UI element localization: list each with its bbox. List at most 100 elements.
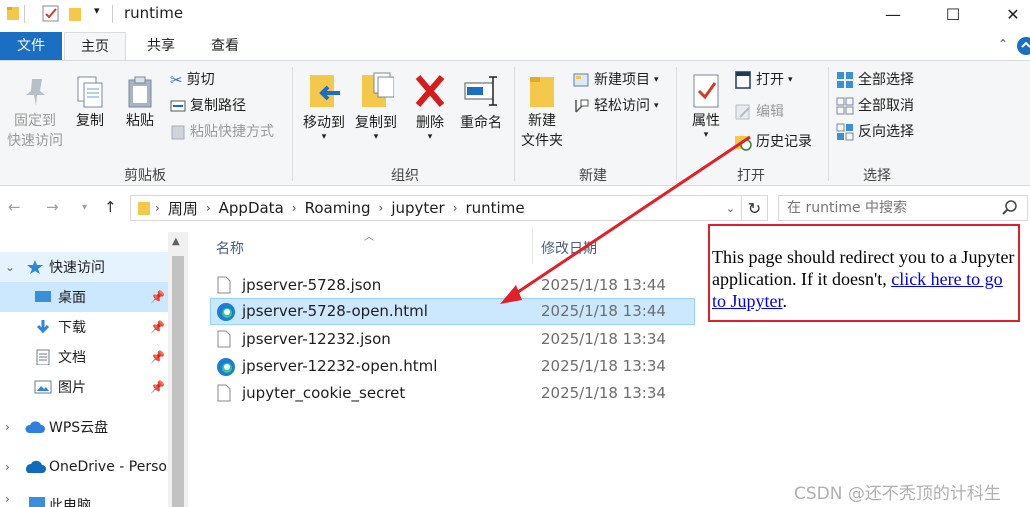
copy-path-button[interactable]: 复制路径 [170,95,246,117]
search-input[interactable] [787,200,997,216]
star-icon [27,260,43,274]
file-row-selected[interactable]: jpserver-5728-open.html 2025/1/18 13:44 [210,298,695,325]
open-button[interactable]: 打开 ▾ [734,69,793,91]
forward-arrow-icon[interactable]: → [46,198,59,216]
chevron-down-icon[interactable]: ⌄ [5,260,15,274]
pin-icon[interactable]: 📌 [150,380,165,394]
select-none-button[interactable]: 全部取消 [836,95,914,117]
new-item-dropdown-icon: ▾ [654,75,659,85]
sidebar-item-label: 桌面 [58,290,86,306]
sidebar-item-wps-cloud[interactable]: › WPS云盘 [0,412,168,442]
easy-access-button[interactable]: 轻松访问 ▾ [572,95,659,117]
properties-check-icon[interactable] [42,5,60,23]
separator-icon [24,5,25,23]
sidebar-item-pictures[interactable]: 图片 📌 [0,372,168,402]
search-icon[interactable] [1001,199,1019,217]
rename-icon [464,76,497,106]
cut-button[interactable]: ✂ 剪切 [170,69,215,91]
column-header-name[interactable]: 名称 [216,238,244,258]
new-folder-icon[interactable] [68,5,82,23]
tab-home[interactable]: 主页 [64,32,126,60]
select-all-button[interactable]: 全部选择 [836,69,914,91]
back-arrow-icon[interactable]: ← [8,198,21,216]
sidebar-item-onedrive[interactable]: › OneDrive - Perso [0,452,168,482]
tab-file[interactable]: 文件 [0,32,62,60]
pin-label-line2: 快速访问 [7,133,63,149]
file-icon [217,276,231,294]
file-row[interactable]: jpserver-12232.json 2025/1/18 13:34 [210,326,695,353]
sort-ascending-icon: ︿ [364,232,374,243]
address-dropdown-icon[interactable]: ⌄ [726,202,735,215]
new-folder-button[interactable]: 新建 文件夹 [518,73,566,151]
chevron-right-icon[interactable]: › [5,492,10,506]
open-dropdown-icon: ▾ [788,75,793,85]
chevron-right-icon[interactable]: › [5,460,10,474]
properties-button[interactable]: 属性 ▾ [684,73,728,140]
maximize-button[interactable]: ☐ [930,0,976,28]
scroll-up-icon[interactable]: ▲ [172,236,180,247]
paste-shortcut-button[interactable]: 粘贴快捷方式 [170,121,274,143]
sidebar-item-label: 快速访问 [49,260,105,276]
rename-button[interactable]: 重命名 [456,71,506,133]
pin-icon[interactable]: 📌 [150,290,165,304]
delete-button[interactable]: 删除 ▾ [410,71,450,142]
tab-share[interactable]: 共享 [132,32,190,60]
minimize-button[interactable]: — [870,0,916,28]
breadcrumb-item[interactable]: jupyter [391,199,444,217]
breadcrumb-item[interactable]: Roaming [305,199,371,217]
history-button[interactable]: 历史记录 [734,131,812,153]
file-row[interactable]: jpserver-5728.json 2025/1/18 13:44 [210,272,695,299]
column-header-modified[interactable]: 修改日期 [541,238,597,258]
sidebar-item-quick-access[interactable]: ⌄ 快速访问 [0,252,168,282]
collapse-ribbon-icon[interactable]: ⌃ [998,37,1008,51]
close-button[interactable]: ✕ [990,0,1030,28]
column-separator[interactable] [532,228,533,264]
sidebar-item-label: WPS云盘 [49,420,109,436]
new-folder-icon [530,77,554,107]
file-row[interactable]: jupyter_cookie_secret 2025/1/18 13:34 [210,380,695,407]
separator-icon [112,5,113,23]
sidebar-item-label: 此电脑 [49,498,91,507]
pin-icon[interactable]: 📌 [150,350,165,364]
edit-button[interactable]: 编辑 [734,101,784,123]
search-box[interactable] [778,195,1028,221]
sidebar-item-desktop[interactable]: 桌面 📌 [0,282,168,312]
copy-path-icon [170,100,186,112]
sidebar-scrollbar[interactable]: ▲ [168,232,188,507]
refresh-button[interactable]: ↻ [742,195,768,221]
breadcrumb-item[interactable]: runtime [466,199,525,217]
copy-button[interactable]: 复制 [70,75,110,131]
file-name: jpserver-5728.json [242,276,382,294]
pin-icon[interactable]: 📌 [150,320,165,334]
folder-icon [138,202,150,215]
move-to-button[interactable]: 移动到 ▾ [298,71,350,142]
paste-button[interactable]: 粘贴 [120,75,160,131]
select-none-label: 全部取消 [858,98,914,114]
sidebar-item-documents[interactable]: 文档 📌 [0,342,168,372]
invert-selection-label: 反向选择 [858,124,914,140]
invert-selection-button[interactable]: 反向选择 [836,121,914,143]
new-item-button[interactable]: 新建项目 ▾ [572,69,659,91]
pin-quick-access-button[interactable]: 固定到 快速访问 [2,75,68,151]
copy-to-icon [362,72,394,107]
breadcrumb-separator-icon: › [155,201,160,215]
chevron-right-icon[interactable]: › [5,420,10,434]
breadcrumb-item[interactable]: AppData [219,199,284,217]
up-arrow-icon[interactable]: ↑ [104,198,117,216]
sidebar-item-label: 下载 [58,320,86,336]
scrollbar-thumb[interactable] [172,256,184,507]
copy-to-button[interactable]: 复制到 ▾ [350,71,402,142]
file-row[interactable]: jpserver-12232-open.html 2025/1/18 13:34 [210,353,695,380]
sidebar-item-this-pc[interactable]: › 此电脑 [0,492,168,507]
sidebar-item-downloads[interactable]: 下载 📌 [0,312,168,342]
recent-dropdown-icon[interactable]: ▾ [82,202,87,213]
address-bar[interactable]: › 周周 › AppData › Roaming › jupyter › run… [130,195,742,221]
folder-icon [7,7,19,20]
breadcrumb-item[interactable]: 周周 [168,198,198,219]
help-icon[interactable] [1016,36,1030,56]
qat-dropdown-icon[interactable]: ▾ [94,4,100,17]
tab-view[interactable]: 查看 [196,32,254,60]
easy-access-dropdown-icon: ▾ [654,101,659,111]
paste-shortcut-label: 粘贴快捷方式 [190,124,274,140]
computer-icon [29,497,45,507]
